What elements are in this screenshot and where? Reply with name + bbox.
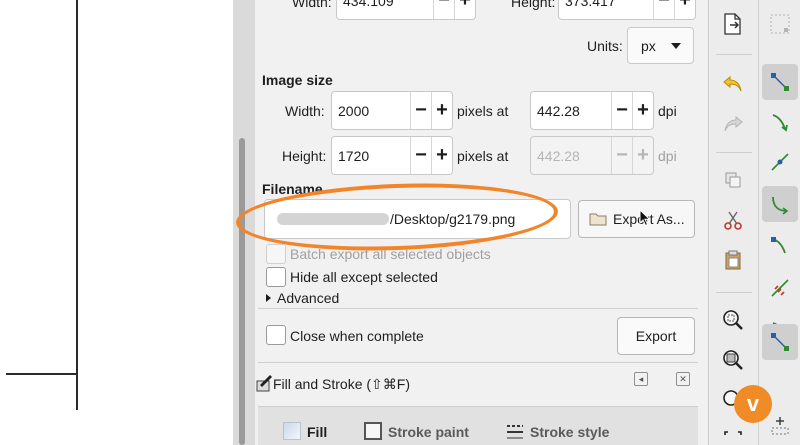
undo-icon[interactable]	[719, 70, 747, 98]
hide-all-checkbox[interactable]	[266, 267, 286, 287]
close-when-complete-checkbox[interactable]	[266, 325, 286, 345]
export-button-label: Export	[635, 328, 677, 344]
blurred-path-segment	[277, 213, 389, 225]
canvas-drawing-line	[76, 0, 78, 410]
dpi-spinbox-disabled: 442.28 − +	[530, 136, 654, 175]
zoom-selection-icon[interactable]	[719, 306, 747, 334]
stroke-style-icon	[507, 425, 523, 439]
tab-fill[interactable]: Fill	[307, 424, 327, 440]
fill-icon	[283, 422, 301, 440]
batch-export-checkbox	[266, 244, 286, 264]
chevron-down-icon	[671, 43, 681, 49]
decrement-button[interactable]: −	[410, 137, 431, 174]
paste-icon[interactable]	[719, 246, 747, 274]
zoom-width-icon[interactable]	[719, 426, 747, 445]
close-icon[interactable]: ✕	[676, 372, 690, 386]
snap-enable-icon[interactable]	[766, 10, 794, 38]
image-size-title: Image size	[262, 72, 333, 88]
snap-bounding-box-icon[interactable]	[766, 68, 794, 96]
doc-height-value[interactable]: 373.417	[559, 0, 653, 19]
image-width-spinbox[interactable]: 2000 − +	[331, 91, 453, 130]
units-dropdown[interactable]: px	[627, 27, 694, 64]
copy-icon[interactable]	[719, 166, 747, 194]
doc-height-spinbox[interactable]: 373.417 − +	[558, 0, 696, 20]
vimeo-logo-icon: v	[734, 385, 772, 423]
doc-width-value[interactable]: 434.109	[337, 0, 433, 19]
panel-menu-icon[interactable]: ◂	[634, 372, 648, 386]
snap-center-icon[interactable]	[766, 410, 794, 438]
doc-height-label: Height:	[511, 0, 556, 10]
close-when-complete-label[interactable]: Close when complete	[290, 328, 424, 344]
zoom-drawing-icon[interactable]	[719, 346, 747, 374]
snap-intersections-icon[interactable]	[766, 274, 794, 302]
expander-arrow-icon[interactable]	[266, 294, 271, 302]
dpi-spinbox[interactable]: 442.28 − +	[530, 91, 654, 130]
decrement-button[interactable]: −	[433, 0, 454, 19]
increment-button[interactable]: +	[431, 92, 452, 129]
snap-bbox-edges-icon[interactable]	[766, 108, 794, 136]
export-as-button[interactable]: Export As...	[578, 200, 695, 238]
decrement-button: −	[611, 137, 632, 174]
hide-all-label[interactable]: Hide all except selected	[290, 269, 438, 285]
pixels-at-label: pixels at	[457, 103, 509, 119]
increment-button[interactable]: +	[674, 0, 695, 19]
fill-stroke-title: Fill and Stroke (⇧⌘F)	[273, 376, 410, 392]
stroke-paint-icon	[364, 422, 382, 440]
doc-width-spinbox[interactable]: 434.109 − +	[336, 0, 476, 20]
filename-input[interactable]: /Desktop/g2179.png	[264, 199, 571, 239]
decrement-button[interactable]: −	[410, 92, 431, 129]
image-height-spinbox[interactable]: 1720 − +	[331, 136, 453, 175]
canvas-drawing-line	[6, 373, 76, 375]
filename-title: Filename	[262, 181, 323, 197]
snap-bbox-corners-icon[interactable]	[766, 148, 794, 176]
image-width-label: Width:	[285, 103, 325, 119]
dpi-value[interactable]: 442.28	[531, 92, 611, 129]
units-value: px	[641, 37, 656, 54]
snap-midpoints-icon[interactable]	[766, 328, 794, 356]
image-height-value[interactable]: 1720	[332, 137, 410, 174]
pixels-at-label: pixels at	[457, 148, 509, 164]
document-properties-icon[interactable]	[719, 10, 747, 38]
folder-icon	[589, 212, 607, 226]
increment-button: +	[632, 137, 653, 174]
export-button[interactable]: Export	[617, 317, 695, 355]
snap-paths-icon[interactable]	[766, 232, 794, 260]
redo-icon[interactable]	[719, 110, 747, 138]
dpi-label: dpi	[658, 148, 677, 164]
export-as-label: Export As...	[613, 211, 685, 227]
increment-button[interactable]: +	[431, 137, 452, 174]
image-height-label: Height:	[282, 148, 327, 164]
tab-stroke-paint[interactable]: Stroke paint	[388, 424, 469, 440]
cut-icon[interactable]	[719, 206, 747, 234]
decrement-button[interactable]: −	[611, 92, 632, 129]
decrement-button[interactable]: −	[653, 0, 674, 19]
drawing-canvas[interactable]	[0, 0, 233, 445]
dpi-value-disabled: 442.28	[537, 147, 580, 164]
increment-button[interactable]: +	[632, 92, 653, 129]
dpi-label: dpi	[658, 103, 677, 119]
snap-nodes-icon[interactable]	[766, 190, 794, 218]
fill-stroke-icon	[256, 375, 272, 392]
filename-path-text: /Desktop/g2179.png	[390, 211, 516, 227]
increment-button[interactable]: +	[454, 0, 475, 19]
doc-width-label: Width:	[292, 0, 332, 10]
advanced-expander[interactable]: Advanced	[277, 290, 339, 306]
image-width-value[interactable]: 2000	[332, 92, 410, 129]
tab-stroke-style[interactable]: Stroke style	[530, 424, 609, 440]
units-label: Units:	[587, 38, 623, 54]
batch-export-label: Batch export all selected objects	[290, 246, 491, 262]
scrollbar-thumb[interactable]	[239, 138, 245, 445]
